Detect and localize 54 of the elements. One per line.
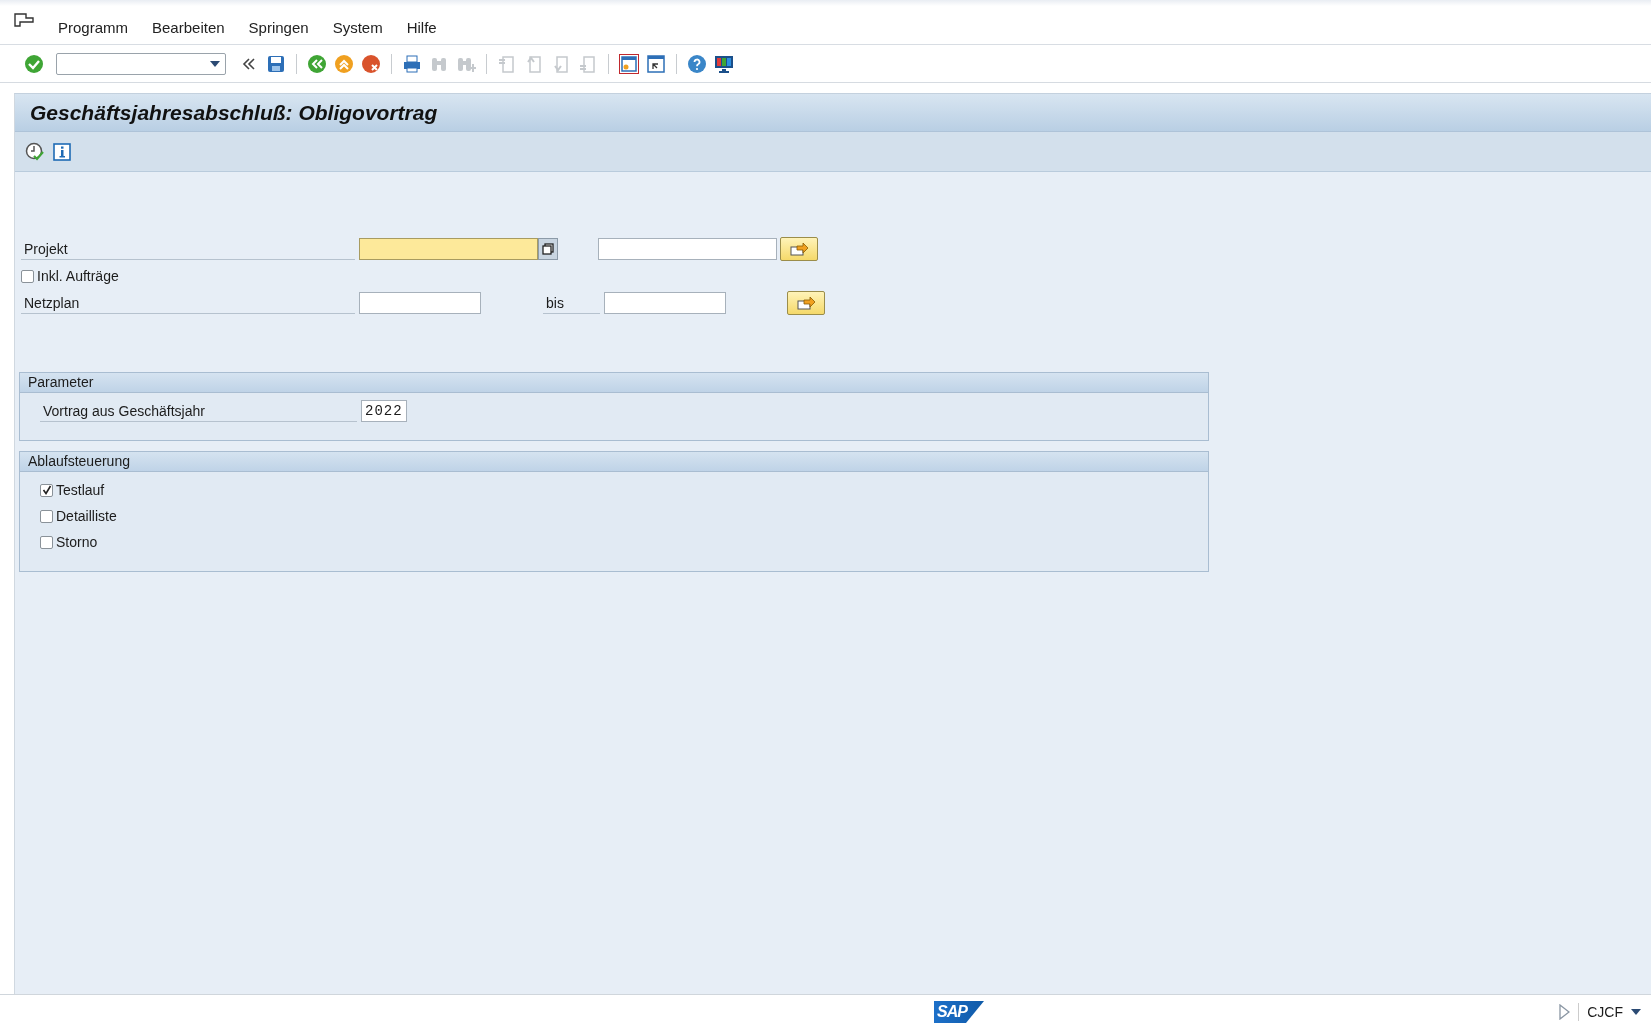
multiple-selection-button[interactable] <box>787 291 825 315</box>
checkbox[interactable] <box>40 483 53 497</box>
clock-check-icon[interactable] <box>25 141 45 162</box>
checkbox[interactable] <box>40 509 53 523</box>
value-help-button[interactable] <box>538 238 558 260</box>
check-icon[interactable] <box>24 53 44 74</box>
printer-icon[interactable] <box>402 53 422 74</box>
screen-title: Geschäftsjahresabschluß: Obligovortrag <box>15 94 1651 132</box>
input-field[interactable] <box>598 238 777 260</box>
command-field[interactable] <box>56 52 226 75</box>
back-icon[interactable] <box>307 53 327 74</box>
menu-icon[interactable] <box>14 12 34 28</box>
checkbox-label[interactable]: Testlauf <box>56 482 105 498</box>
checkbox-label[interactable]: Detailliste <box>56 508 117 524</box>
page-first-icon[interactable] <box>497 53 517 74</box>
save-icon[interactable] <box>266 53 286 74</box>
dropdown-caret-icon[interactable] <box>210 60 220 67</box>
multiple-selection-button[interactable] <box>780 237 818 261</box>
cancel-icon[interactable] <box>361 53 381 74</box>
menu-item[interactable]: Springen <box>236 14 321 40</box>
input-field[interactable]: 2022 <box>361 400 407 422</box>
info-icon[interactable] <box>53 142 71 161</box>
group-title: Ablaufsteuerung <box>20 452 1208 472</box>
dropdown-caret-icon[interactable] <box>1631 1009 1641 1015</box>
input-field[interactable] <box>359 238 538 260</box>
page-last-icon[interactable] <box>578 53 598 74</box>
monitor-icon[interactable] <box>714 53 734 74</box>
copy-icon <box>542 243 554 255</box>
checkbox[interactable] <box>40 535 53 549</box>
new-window-icon[interactable] <box>619 53 639 74</box>
menu-item[interactable]: System <box>320 14 395 40</box>
page-down-icon[interactable] <box>551 53 571 74</box>
menu-item[interactable]: Programm <box>46 14 140 40</box>
window-shortcut-icon[interactable] <box>646 53 666 74</box>
menu-item[interactable]: Hilfe <box>394 14 449 40</box>
checkbox-label[interactable]: Storno <box>56 534 98 550</box>
transaction-code: CJCF <box>1587 1004 1623 1020</box>
help-icon[interactable] <box>687 53 707 74</box>
field-label: bis <box>543 292 600 314</box>
triangle-icon[interactable] <box>1558 1004 1571 1020</box>
checkbox[interactable] <box>21 269 34 283</box>
field-label: Vortrag aus Geschäftsjahr <box>40 400 357 422</box>
input-field[interactable] <box>604 292 726 314</box>
checkbox-label[interactable]: Inkl. Aufträge <box>37 268 119 284</box>
field-label: Projekt <box>21 238 355 260</box>
exit-icon[interactable] <box>334 53 354 74</box>
arrow-into-box-icon <box>796 295 816 311</box>
sap-logo: SAP <box>934 1001 984 1023</box>
arrow-into-box-icon <box>789 241 809 257</box>
group-title: Parameter <box>20 373 1208 393</box>
input-field[interactable] <box>359 292 481 314</box>
menu-item[interactable]: Bearbeiten <box>140 14 237 40</box>
field-label: Netzplan <box>21 292 355 314</box>
page-up-icon[interactable] <box>524 53 544 74</box>
